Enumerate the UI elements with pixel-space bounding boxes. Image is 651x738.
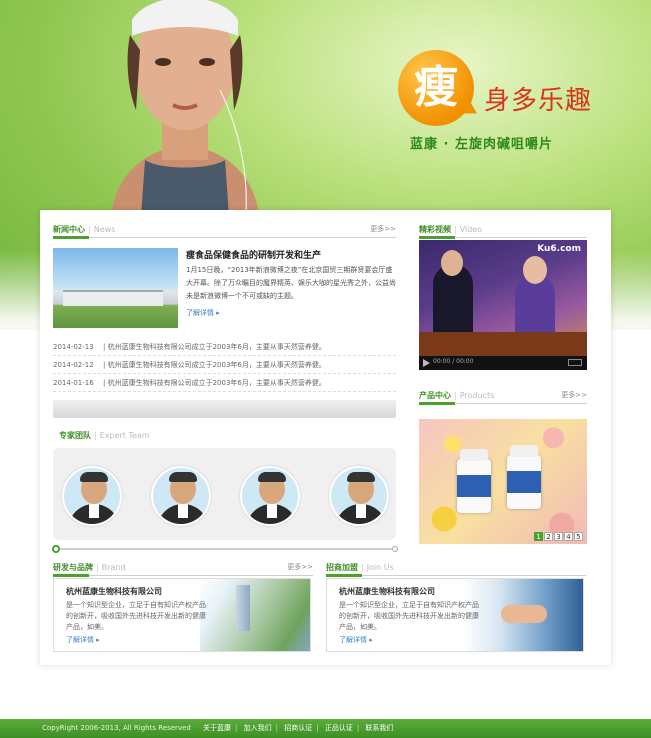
video-player[interactable]: Ku6.com 00:00 / 00:00 [419, 240, 587, 370]
footer-link-authentic[interactable]: 正品认证 [325, 724, 353, 732]
video-title-cn: 精彩视频 [419, 225, 451, 234]
join-title-cn: 招商加盟 [326, 563, 358, 572]
list-item[interactable]: 2014-01-16 | 杭州蓝康生物科技有限公司成立于2003年6月，主要从事天… [53, 374, 396, 392]
model-photo [110, 0, 260, 230]
news-list: 2014-02-13 | 杭州蓝康生物科技有限公司成立于2003年6月，主要从事天… [53, 338, 396, 392]
footer-link-franchise[interactable]: 招商认证 [284, 724, 312, 732]
video-time: 00:00 / 00:00 [433, 358, 474, 365]
news-title-en: News [93, 225, 116, 234]
list-item[interactable]: 2014-02-13 | 杭州蓝康生物科技有限公司成立于2003年6月，主要从事天… [53, 338, 396, 356]
brand-logo-circle: 瘦 [398, 50, 474, 126]
products-slideshow[interactable]: 12345 [419, 419, 587, 544]
rd-card-desc: 是一个知识型企业，立足于自有知识产权产品的创新开，吸收国外先进科技开发出新的健康… [66, 601, 206, 631]
news-read-more-link[interactable]: 了解详情 ▸ [186, 308, 220, 318]
join-card-more-link[interactable]: 了解详情 ▸ [339, 635, 373, 645]
news-headline[interactable]: 瘦食品保健食品的研制开发和生产 [186, 248, 321, 261]
products-more-link[interactable]: 更多>> [561, 390, 587, 400]
video-logo: Ku6.com [537, 244, 581, 254]
header-accent-bar [53, 236, 89, 239]
product-bottle [457, 449, 491, 513]
pager-item[interactable]: 3 [554, 532, 563, 541]
video-controls: 00:00 / 00:00 [419, 356, 587, 370]
expert-avatar[interactable] [329, 466, 389, 526]
pager-item[interactable]: 5 [574, 532, 583, 541]
footer: CopyRight 2006-2013, All Rights Reserved… [0, 719, 651, 738]
expert-avatar[interactable] [151, 466, 211, 526]
expert-team-carousel [53, 448, 396, 540]
rd-title-cn: 研发与品牌 [53, 563, 93, 572]
join-card[interactable]: 杭州蓝康生物科技有限公司 是一个知识型企业，立足于自有知识产权产品的创新开，吸收… [326, 578, 584, 652]
footer-link-contact[interactable]: 联系我们 [365, 724, 393, 732]
divider-bar [53, 400, 396, 418]
footer-link-join[interactable]: 加入我们 [244, 724, 272, 732]
news-thumbnail[interactable] [53, 248, 178, 328]
list-item[interactable]: 2014-02-12 | 杭州蓝康生物科技有限公司成立于2003年6月，主要从事天… [53, 356, 396, 374]
video-title-en: Video [459, 225, 483, 234]
slideshow-pager: 12345 [533, 532, 583, 541]
news-header: 新闻中心 | News 更多>> [53, 224, 396, 239]
product-bottle [507, 445, 541, 509]
products-title-cn: 产品中心 [419, 391, 451, 400]
footer-link-about[interactable]: 关于蓝康 [203, 724, 231, 732]
footer-copyright: CopyRight 2006-2013, All Rights Reserved [42, 724, 191, 732]
hero-subslogan: 蓝康 · 左旋肉碱咀嚼片 [410, 137, 553, 152]
join-card-title: 杭州蓝康生物科技有限公司 [339, 587, 435, 596]
experts-title-en: Expert Team [99, 431, 150, 440]
rd-header: 研发与品牌 | Brand 更多>> [53, 562, 313, 577]
content-panel: 新闻中心 | News 更多>> 瘦食品保健食品的研制开发和生产 1月15日晚，“2… [40, 210, 611, 665]
slider-end [392, 546, 398, 552]
expert-slider[interactable] [52, 545, 398, 553]
play-icon[interactable] [423, 359, 430, 367]
join-card-desc: 是一个知识型企业，立足于自有知识产权产品的创新开，吸收国外先进科技开发出新的健康… [339, 601, 479, 631]
news-description: 1月15日晚，“2013年新浪微博之夜”在北京国贸三期群贤宴会厅盛大开幕。除了万… [186, 266, 396, 300]
video-header: 精彩视频 | Video [419, 224, 587, 239]
experts-header: 专家团队 | Expert Team [59, 431, 150, 440]
news-title-cn: 新闻中心 [53, 225, 85, 234]
fullscreen-icon[interactable] [568, 359, 582, 366]
rd-card[interactable]: 杭州蓝康生物科技有限公司 是一个知识型企业，立足于自有知识产权产品的创新开，吸收… [53, 578, 311, 652]
experts-title-cn: 专家团队 [59, 431, 91, 440]
handshake-image [463, 579, 583, 651]
rd-title-en: Brand [101, 563, 126, 572]
hero-slogan: 身多乐趣 [484, 86, 593, 116]
expert-avatar[interactable] [62, 466, 122, 526]
rd-card-more-link[interactable]: 了解详情 ▸ [66, 635, 100, 645]
pager-item[interactable]: 4 [564, 532, 573, 541]
factory-image [200, 579, 310, 651]
pager-item[interactable]: 2 [544, 532, 553, 541]
rd-card-title: 杭州蓝康生物科技有限公司 [66, 587, 162, 596]
slider-handle[interactable] [52, 545, 60, 553]
news-more-link[interactable]: 更多>> [370, 224, 396, 234]
rd-more-link[interactable]: 更多>> [287, 562, 313, 572]
products-header: 产品中心 | Products 更多>> [419, 390, 587, 405]
pager-item[interactable]: 1 [534, 532, 543, 541]
products-title-en: Products [459, 391, 495, 400]
join-title-en: Join Us [366, 563, 394, 572]
join-header: 招商加盟 | Join Us [326, 562, 586, 577]
expert-avatar[interactable] [240, 466, 300, 526]
